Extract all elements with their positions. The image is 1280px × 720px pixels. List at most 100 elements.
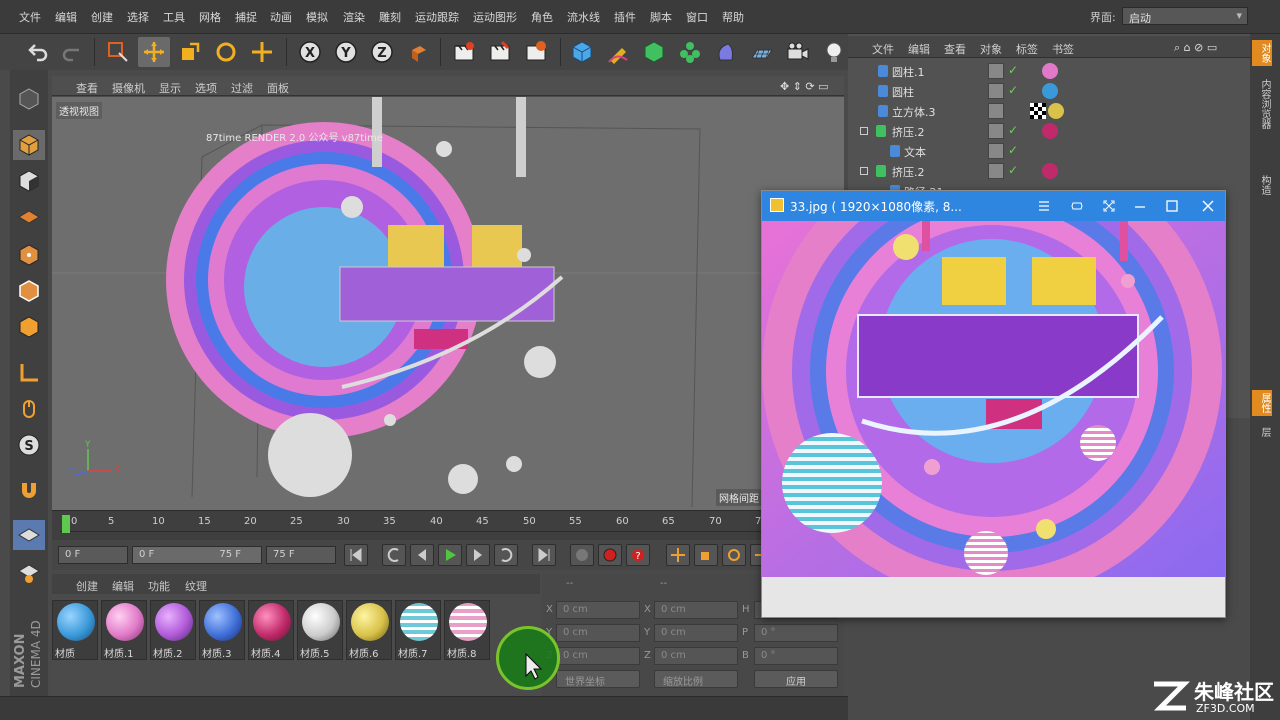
position-y-field[interactable]: 0 cm	[556, 624, 640, 642]
timeline[interactable]: 0 5 10 15 20 25 30 35 40 45 50 55 60 65 …	[52, 510, 844, 540]
menu-create[interactable]: 创建	[91, 9, 113, 25]
tab-structure[interactable]: 构造	[1252, 172, 1272, 198]
menu-plugins[interactable]: 插件	[614, 9, 636, 25]
material-swatch[interactable]: 材质.2	[150, 600, 196, 660]
material-swatch[interactable]: 材质.3	[199, 600, 245, 660]
rotate-icon[interactable]	[210, 37, 242, 67]
minimize-icon[interactable]	[1128, 195, 1152, 217]
apply-button[interactable]: 应用	[754, 670, 838, 688]
position-x-field[interactable]: 0 cm	[556, 601, 640, 619]
move-icon[interactable]	[138, 37, 170, 67]
transform-icon[interactable]	[246, 37, 278, 67]
collapse-icon[interactable]	[860, 127, 868, 135]
auto-keying-icon[interactable]	[598, 544, 622, 566]
undo-icon[interactable]	[22, 37, 54, 67]
axis-mode-icon[interactable]	[13, 358, 45, 388]
maximize-icon[interactable]	[1160, 195, 1184, 217]
playhead[interactable]	[62, 515, 70, 533]
menu-edit[interactable]: 编辑	[55, 9, 77, 25]
previous-keyframe-icon[interactable]	[382, 544, 406, 566]
object-row[interactable]: 挤压.2 ✓	[856, 161, 1236, 181]
y-axis-lock-icon[interactable]: Y	[330, 37, 362, 67]
menu-motion-tracking[interactable]: 运动跟踪	[415, 9, 459, 25]
viewport-menu-camera[interactable]: 摄像机	[112, 80, 145, 96]
menu-render[interactable]: 渲染	[343, 9, 365, 25]
deformer-icon[interactable]	[710, 37, 742, 67]
polygons-mode-icon[interactable]	[13, 312, 45, 342]
check-icon[interactable]: ✓	[1008, 63, 1018, 77]
camera-icon[interactable]	[782, 37, 814, 67]
menu-character[interactable]: 角色	[531, 9, 553, 25]
tab-layers[interactable]: 层	[1252, 424, 1272, 440]
render-to-picture-viewer-icon[interactable]	[484, 37, 516, 67]
texture-tag-icon[interactable]	[1030, 103, 1046, 119]
material-tag-icon[interactable]	[1048, 103, 1064, 119]
preview-range-slider[interactable]: 0 F 75 F	[132, 546, 262, 564]
object-menu-edit[interactable]: 编辑	[908, 41, 930, 57]
check-icon[interactable]: ✓	[1008, 163, 1018, 177]
scale-icon[interactable]	[174, 37, 206, 67]
object-menu-file[interactable]: 文件	[872, 41, 894, 57]
material-menu-edit[interactable]: 编辑	[112, 578, 134, 594]
material-swatch[interactable]: 材质.6	[346, 600, 392, 660]
x-axis-lock-icon[interactable]: X	[294, 37, 326, 67]
scale-key-icon[interactable]	[694, 544, 718, 566]
material-tag-icon[interactable]	[1042, 63, 1058, 79]
size-x-field[interactable]: 0 cm	[654, 601, 738, 619]
workplane-lock-icon[interactable]	[13, 520, 45, 550]
object-menu-objects[interactable]: 对象	[980, 41, 1002, 57]
edges-mode-icon[interactable]	[13, 276, 45, 306]
menu-script[interactable]: 脚本	[650, 9, 672, 25]
tab-objects[interactable]: 对象	[1252, 40, 1272, 66]
material-swatch[interactable]: 材质.4	[248, 600, 294, 660]
viewport-menu-options[interactable]: 选项	[195, 80, 217, 96]
scale-mode-dropdown[interactable]: 缩放比例	[654, 670, 738, 688]
cube-icon[interactable]	[566, 37, 598, 67]
layout-dropdown[interactable]: 启动	[1122, 7, 1248, 25]
snap-icon[interactable]: S	[13, 430, 45, 460]
next-frame-icon[interactable]	[466, 544, 490, 566]
menu-tools[interactable]: 工具	[163, 9, 185, 25]
material-tag-icon[interactable]	[1042, 163, 1058, 179]
previous-frame-icon[interactable]	[410, 544, 434, 566]
position-key-icon[interactable]	[666, 544, 690, 566]
material-swatch[interactable]: 材质.8	[444, 600, 490, 660]
tweak-mode-icon[interactable]	[13, 394, 45, 424]
check-icon[interactable]: ✓	[1008, 123, 1018, 137]
subdivision-surface-icon[interactable]	[638, 37, 670, 67]
material-swatch[interactable]: 材质.7	[395, 600, 441, 660]
keyframe-selection-icon[interactable]: ?	[626, 544, 650, 566]
redo-icon[interactable]	[56, 37, 88, 67]
menu-animate[interactable]: 动画	[270, 9, 292, 25]
object-row[interactable]: 文本 ✓	[856, 141, 1236, 161]
check-icon[interactable]: ✓	[1008, 83, 1018, 97]
perspective-viewport[interactable]: 透视视图 87time RENDER 2.0 公众号 v87time Y X Z…	[52, 97, 844, 510]
go-to-start-icon[interactable]	[344, 544, 368, 566]
position-z-field[interactable]: 0 cm	[556, 647, 640, 665]
object-search-icon[interactable]: ⌕ ⌂ ⊘ ▭	[1174, 41, 1217, 55]
workplane-icon[interactable]	[13, 202, 45, 232]
viewport-menu-view[interactable]: 查看	[76, 80, 98, 96]
current-frame-field[interactable]: 0 F	[58, 546, 128, 564]
live-selection-icon[interactable]	[102, 37, 134, 67]
model-mode-icon[interactable]	[13, 130, 45, 160]
menu-mograph[interactable]: 运动图形	[473, 9, 517, 25]
play-icon[interactable]	[438, 544, 462, 566]
cloner-icon[interactable]	[674, 37, 706, 67]
menu-simulate[interactable]: 模拟	[306, 9, 328, 25]
magnet-icon[interactable]	[13, 476, 45, 506]
rotation-p-field[interactable]: 0 °	[754, 624, 838, 642]
material-swatch[interactable]: 材质.5	[297, 600, 343, 660]
material-tag-icon[interactable]	[1042, 83, 1058, 99]
menu-icon[interactable]	[1032, 195, 1056, 217]
check-icon[interactable]: ✓	[1008, 143, 1018, 157]
size-y-field[interactable]: 0 cm	[654, 624, 738, 642]
viewport-menu-display[interactable]: 显示	[159, 80, 181, 96]
record-keys-icon[interactable]	[570, 544, 594, 566]
image-viewer-titlebar[interactable]: 33.jpg ( 1920×1080像素, 8...	[762, 191, 1225, 221]
fullscreen-icon[interactable]	[1097, 195, 1121, 217]
material-swatch[interactable]: 材质.1	[101, 600, 147, 660]
next-keyframe-icon[interactable]	[494, 544, 518, 566]
object-menu-bookmarks[interactable]: 书签	[1052, 41, 1074, 57]
viewport-menu-panel[interactable]: 面板	[267, 80, 289, 96]
